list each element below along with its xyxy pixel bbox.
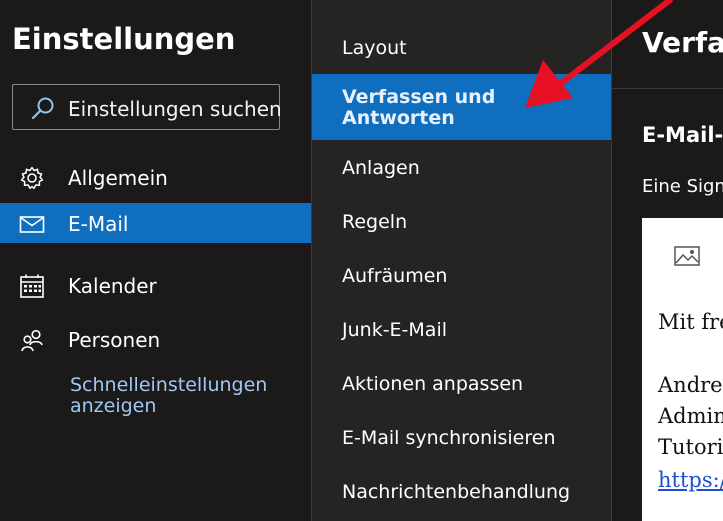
submenu-item-label: Anlagen [342, 157, 420, 179]
panel-divider [612, 88, 723, 89]
panel-title: Verfas [642, 26, 723, 59]
calendar-icon [20, 274, 44, 298]
search-label: Einstellungen suchen [68, 97, 282, 121]
submenu-item-label: E-Mail synchronisieren [342, 427, 556, 449]
nav-item-label: Allgemein [68, 166, 168, 190]
mail-icon [19, 216, 45, 233]
email-submenu: Layout Verfassen und Antworten Anlagen R… [312, 0, 611, 521]
nav-item-kalender[interactable]: Kalender [0, 265, 311, 305]
nav-item-allgemein[interactable]: Allgemein [0, 157, 311, 197]
settings-search-box[interactable]: Einstellungen suchen [12, 84, 282, 130]
nav-item-label: Personen [68, 328, 161, 352]
submenu-item-aufraeumen[interactable]: Aufräumen [312, 262, 611, 292]
nav-item-email[interactable]: E-Mail [0, 203, 311, 243]
settings-nav: Einstellungen Einstellungen suchen Allge… [0, 0, 311, 521]
submenu-item-verfassen[interactable]: Verfassen und Antworten [312, 74, 611, 140]
submenu-item-label: Layout [342, 37, 407, 59]
nav-item-personen[interactable]: Personen [0, 319, 311, 359]
submenu-item-aktionen[interactable]: Aktionen anpassen [312, 370, 611, 400]
nav-item-label: Kalender [68, 274, 157, 298]
content-panel: Verfas E-Mail- Eine Sign Mit fre Andre A… [612, 0, 723, 521]
section-description: Eine Sign [642, 176, 723, 197]
signature-editor[interactable]: Mit fre Andre Admin Tutori https:/ [642, 218, 723, 521]
nav-item-label: E-Mail [68, 212, 129, 236]
submenu-item-layout[interactable]: Layout [312, 34, 611, 64]
signature-link[interactable]: https:/ [658, 468, 723, 492]
settings-title: Einstellungen [12, 22, 236, 56]
submenu-item-label: Regeln [342, 211, 408, 233]
submenu-item-label: Junk-E-Mail [342, 319, 448, 341]
gear-icon [20, 166, 44, 190]
submenu-item-junk[interactable]: Junk-E-Mail [312, 316, 611, 346]
submenu-item-nachrichten[interactable]: Nachrichtenbehandlung [312, 478, 611, 508]
people-icon [21, 329, 43, 352]
signature-line: Admin [658, 404, 723, 428]
section-title: E-Mail- [642, 123, 723, 147]
submenu-item-label: Verfassen und Antworten [342, 86, 496, 129]
signature-line: Tutori [658, 435, 723, 459]
image-icon [674, 246, 700, 266]
signature-line: Andre [658, 373, 723, 397]
submenu-item-sync[interactable]: E-Mail synchronisieren [312, 424, 611, 454]
submenu-item-label: Aufräumen [342, 265, 448, 287]
submenu-item-label: Aktionen anpassen [342, 373, 524, 395]
submenu-item-anlagen[interactable]: Anlagen [312, 154, 611, 184]
submenu-item-label: Nachrichtenbehandlung [342, 481, 571, 503]
signature-line: Mit fre [658, 310, 723, 334]
submenu-item-regeln[interactable]: Regeln [312, 208, 611, 238]
search-icon [31, 97, 54, 120]
quick-settings-link[interactable]: Schnelleinstellungen anzeigen [70, 375, 290, 417]
